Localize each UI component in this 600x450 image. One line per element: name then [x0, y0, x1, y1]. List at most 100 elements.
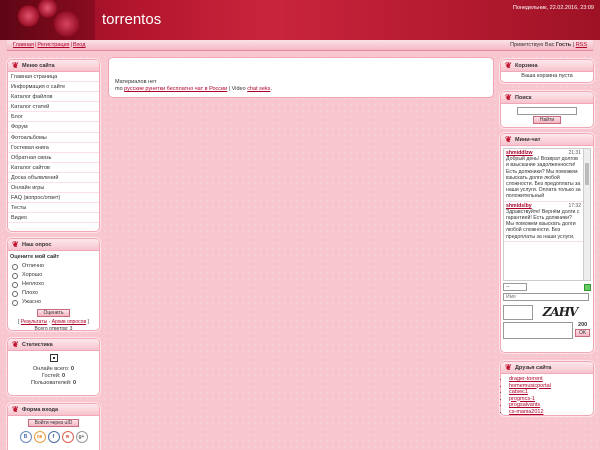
cart-title: ❦ Корзина [501, 60, 593, 72]
menu-item-board[interactable]: Доска объявлений [8, 173, 99, 184]
poll-option-label: Плохо [22, 290, 38, 296]
radio-button[interactable] [12, 263, 18, 270]
site-menu-list: Главная страница Информация о сайте Ката… [8, 72, 99, 224]
site-menu-block: ❦ Меню сайта Главная страница Информация… [7, 59, 100, 232]
nav-register-link[interactable]: Регистрация [37, 42, 69, 48]
chat-message-user[interactable]: shmidslby [506, 203, 532, 209]
search-button[interactable]: Найти [532, 116, 562, 124]
heart-icon: ❦ [12, 340, 19, 349]
poll-option[interactable]: Плохо [10, 289, 97, 298]
menu-item-forum[interactable]: Форум [8, 122, 99, 133]
poll-option[interactable]: Ужасно [10, 298, 97, 307]
friends-list: drager-torrent homemusicportal catsec1 p… [501, 374, 593, 415]
friend-link[interactable]: progsalvants [509, 402, 540, 408]
promo-prefix: mo [115, 86, 125, 92]
chat-title: ❦ Мини-чат [501, 134, 593, 146]
heart-icon: ❦ [12, 405, 19, 414]
friend-link-item: cs-mania2012 [509, 409, 593, 416]
captcha-image: ZAHV [542, 305, 579, 319]
chat-message: 21:31 shmiddlzw Добрый день! Возврат дол… [504, 149, 590, 202]
menu-item-sites[interactable]: Каталог сайтов [8, 163, 99, 173]
heart-icon: ❦ [505, 363, 512, 372]
promo-link-1[interactable]: русские рунетки бесплатно чат в России [124, 86, 227, 92]
rss-link[interactable]: RSS [576, 42, 587, 48]
google-plus-icon[interactable]: g+ [75, 431, 88, 443]
search-title-text: Поиск [515, 95, 532, 101]
poll-title-text: Наш опрос [22, 242, 52, 248]
mini-chat-block: ❦ Мини-чат 21:31 shmiddlzw Добрый день! … [500, 133, 594, 353]
site-header: torrentos Понедельник, 22.02.2016, 23:09 [0, 0, 600, 40]
refresh-icon[interactable] [584, 283, 591, 291]
site-menu-title: ❦ Меню сайта [8, 60, 99, 72]
menu-item-articles[interactable]: Каталог статей [8, 102, 99, 113]
friend-link[interactable]: cs-mania2012 [509, 409, 544, 415]
site-title[interactable]: torrentos [102, 11, 161, 28]
radio-button[interactable] [12, 299, 18, 306]
menu-item-blog[interactable]: Блог [8, 112, 99, 123]
menu-item-video[interactable]: Видео [8, 213, 99, 224]
yandex-icon[interactable]: я [61, 431, 74, 443]
friend-link[interactable]: progmcs-1 [509, 396, 535, 402]
chat-ok-button[interactable]: OK [575, 329, 591, 337]
captcha-input[interactable] [503, 305, 533, 320]
chat-message: 17:32 shmidslby Здравствуйте! Вернём дол… [504, 202, 590, 242]
date-time: Понедельник, 22.02.2016, 23:09 [512, 5, 594, 11]
poll-option-label: Ужасно [22, 299, 41, 305]
stats-guests-label: Гостей: [41, 373, 61, 379]
poll-option[interactable]: Отлично [10, 262, 97, 271]
login-block: ❦ Форма входа Войти через uID В ок f я g… [7, 403, 100, 450]
menu-item-files[interactable]: Каталог файлов [8, 92, 99, 103]
site-menu-title-text: Меню сайта [22, 63, 55, 69]
stats-title-text: Статистика [22, 342, 53, 348]
chat-smiley-select[interactable]: -- [503, 283, 527, 291]
nav-login-link[interactable]: Вход [73, 42, 85, 48]
poll-archive-link[interactable]: Архив опросов [52, 319, 86, 325]
stats-users-label: Пользователей: [30, 380, 72, 386]
top-navbar: Главная|Регистрация|Вход Приветствую Вас… [7, 40, 593, 51]
facebook-icon[interactable]: f [47, 431, 60, 443]
friends-title-text: Друзья сайта [515, 365, 552, 371]
friend-link[interactable]: catsec1 [509, 389, 528, 395]
friend-link[interactable]: homemusicportal [509, 383, 551, 389]
promo-link-2[interactable]: chat seks [247, 86, 270, 92]
promo-suffix: . [270, 86, 272, 92]
menu-item-home[interactable]: Главная страница [8, 72, 99, 83]
search-block: ❦ Поиск Найти [500, 91, 594, 128]
heart-icon: ❦ [505, 61, 512, 70]
no-materials-text: Материалов нет [115, 79, 157, 85]
chat-messages[interactable]: 21:31 shmiddlzw Добрый день! Возврат дол… [503, 148, 591, 281]
poll-option[interactable]: Хорошо [10, 271, 97, 280]
heart-icon: ❦ [12, 240, 19, 249]
odnoklassniki-icon[interactable]: ок [33, 431, 46, 443]
poll-title: ❦ Наш опрос [8, 239, 99, 251]
poll-option[interactable]: Неплохо [10, 280, 97, 289]
menu-item-info[interactable]: Информация о сайте [8, 82, 99, 93]
radio-button[interactable] [12, 272, 18, 279]
search-input[interactable] [517, 107, 577, 115]
navbar-greeting: Приветствую Вас Гость | RSS [510, 42, 587, 48]
main-content: Материалов нет mo русские рунетки беспла… [108, 57, 494, 98]
poll-results-link[interactable]: Результаты [21, 319, 47, 325]
scrollbar-thumb[interactable] [585, 163, 589, 185]
menu-item-games[interactable]: Онлайн игры [8, 183, 99, 194]
menu-item-tests[interactable]: Тесты [8, 203, 99, 214]
menu-item-photos[interactable]: Фотоальбомы [8, 133, 99, 143]
friend-link[interactable]: drager-torrent [509, 376, 543, 382]
chat-name-input[interactable]: Имя [503, 293, 589, 301]
radio-button[interactable] [12, 281, 18, 288]
vk-icon[interactable]: В [19, 431, 32, 443]
radio-button[interactable] [12, 290, 18, 297]
char-counter: 200 [578, 322, 588, 328]
menu-item-feedback[interactable]: Обратная связь [8, 153, 99, 163]
chat-message-input[interactable] [503, 322, 573, 339]
login-title: ❦ Форма входа [8, 404, 99, 416]
stats-counter-icon [49, 354, 58, 362]
poll-block: ❦ Наш опрос Оцените мой сайт Отлично Хор… [7, 238, 100, 332]
nav-home-link[interactable]: Главная [13, 42, 34, 48]
chat-message-text: Здравствуйте! Вернём долги с гарантией! … [506, 208, 580, 240]
menu-item-guestbook[interactable]: Гостевая книга [8, 143, 99, 153]
chat-scrollbar[interactable] [583, 149, 590, 280]
ucoz-login-button[interactable]: Войти через uID [27, 419, 80, 427]
menu-item-faq[interactable]: FAQ (вопрос/ответ) [8, 193, 99, 204]
vote-button[interactable]: Оценить [36, 309, 71, 317]
